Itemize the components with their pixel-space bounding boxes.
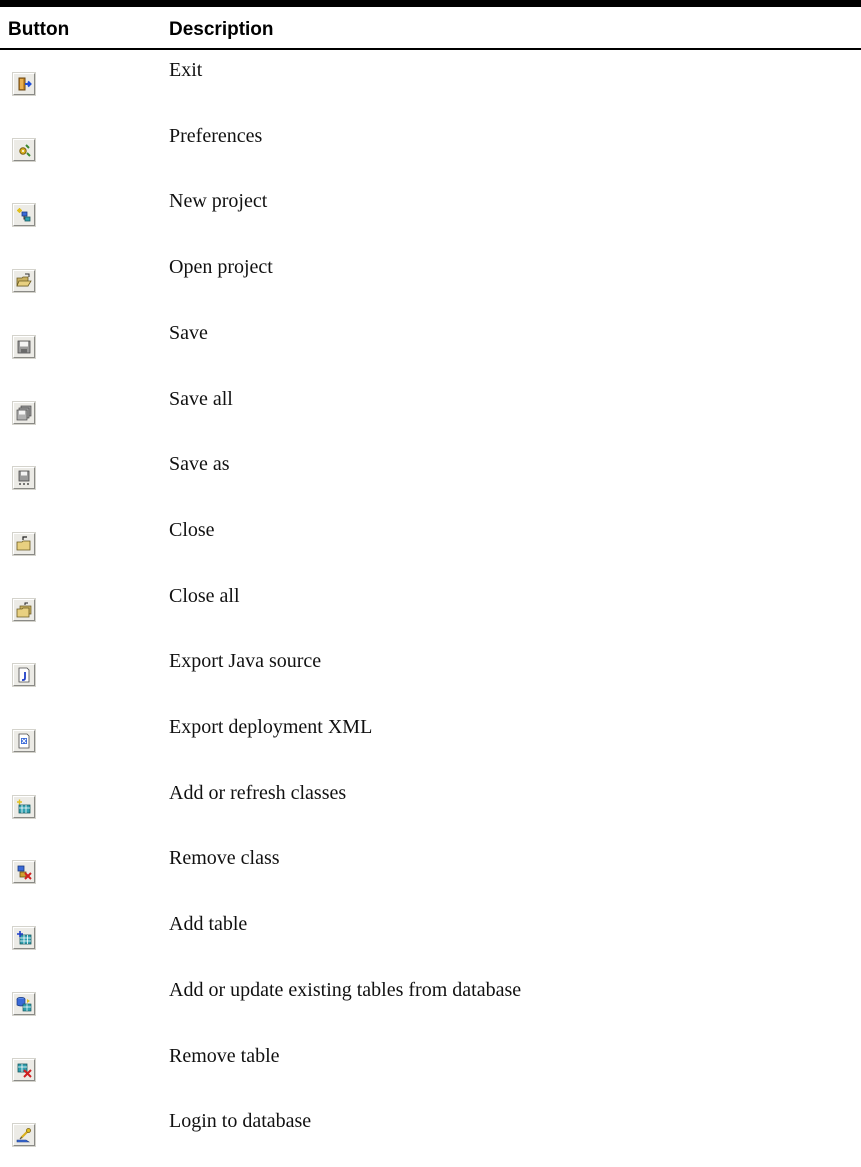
table-row: Open project (0, 247, 861, 313)
save-as-icon (13, 467, 35, 490)
row-description: Add or refresh classes (169, 781, 347, 804)
table-row: Save (0, 313, 861, 379)
table-row: Remove table (0, 1036, 861, 1102)
open-project-icon (13, 270, 35, 293)
table-row: Login to database (0, 1101, 861, 1167)
export-deployment-xml-icon (13, 730, 35, 752)
row-description: Preferences (169, 124, 263, 147)
table-row: Preferences (0, 116, 861, 182)
table-row: New project (0, 181, 861, 247)
save-all-icon (13, 401, 35, 424)
row-description: Save all (169, 387, 233, 410)
add-refresh-classes-icon (13, 795, 35, 818)
add-table-icon (13, 927, 35, 950)
new-project-icon (13, 204, 35, 227)
column-header-description: Description (169, 19, 274, 40)
row-description: Export Java source (169, 650, 322, 673)
row-description: Exit (169, 59, 203, 81)
row-description: Open project (169, 256, 273, 279)
table-row: Close all (0, 576, 861, 642)
table-row: Export deployment XML (0, 707, 861, 773)
row-description: New project (169, 190, 268, 213)
table-row: Remove class (0, 838, 861, 904)
remove-table-icon (13, 1058, 35, 1081)
exit-icon (13, 73, 35, 95)
close-all-icon (13, 598, 35, 621)
row-description: Remove class (169, 847, 280, 870)
row-description: Add or update existing tables from datab… (169, 978, 522, 1001)
row-description: Close (169, 518, 215, 541)
table-row: Export Java source (0, 641, 861, 707)
row-description: Login to database (169, 1110, 312, 1133)
remove-class-icon (13, 861, 35, 884)
table-top-rule (0, 0, 861, 7)
close-icon (13, 532, 35, 555)
row-description: Export deployment XML (169, 716, 373, 738)
row-description: Add table (169, 913, 248, 936)
export-java-source-icon (13, 664, 35, 687)
row-description: Remove table (169, 1044, 280, 1067)
row-description: Save (169, 321, 208, 344)
column-header-button: Button (8, 19, 70, 40)
update-tables-from-database-icon (13, 992, 35, 1015)
row-description: Close all (169, 584, 240, 607)
table-row: Save all (0, 379, 861, 445)
table-header: Button Description (0, 7, 861, 45)
table-row: Add table (0, 904, 861, 970)
table-row: Save as (0, 444, 861, 510)
table-row: Close (0, 510, 861, 576)
login-database-icon (13, 1124, 35, 1147)
preferences-icon (13, 138, 35, 161)
table-row: Add or refresh classes (0, 773, 861, 839)
table-row: Add or update existing tables from datab… (0, 970, 861, 1036)
row-description: Save as (169, 453, 230, 476)
save-icon (13, 335, 35, 358)
table-row: Exit (0, 50, 861, 116)
